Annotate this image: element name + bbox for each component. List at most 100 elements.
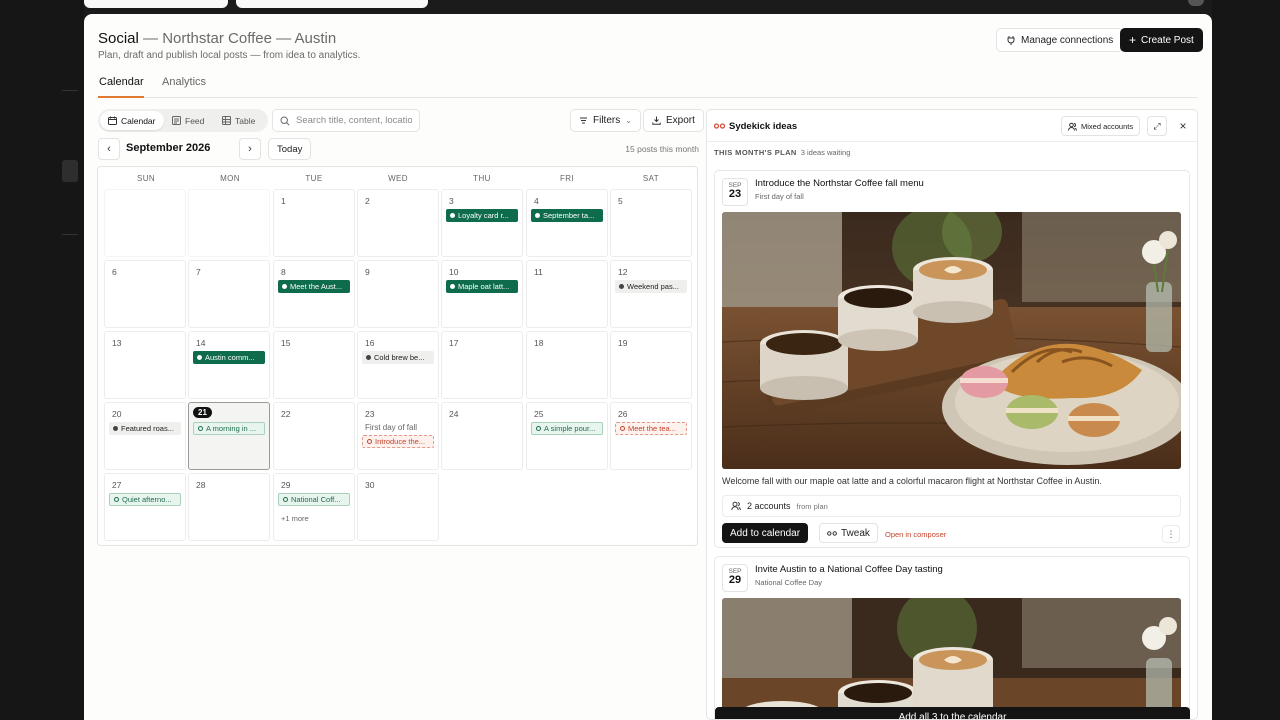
weekday-header: THU xyxy=(473,174,491,183)
calendar-day[interactable]: 20 Featured roas... xyxy=(104,402,186,470)
calendar-day[interactable]: 5 xyxy=(610,189,692,257)
calendar-day[interactable]: 14 Austin comm... xyxy=(188,331,270,399)
close-icon: × xyxy=(1179,119,1187,133)
idea-occasion: First day of fall xyxy=(755,192,804,201)
tab-analytics[interactable]: Analytics xyxy=(162,76,206,88)
calendar-day[interactable]: 23 First day of fall Introduce the... xyxy=(357,402,439,470)
expand-panel-button[interactable]: ⤢ xyxy=(1147,116,1167,136)
draft-chip[interactable]: Quiet afterno... xyxy=(109,493,181,506)
more-posts-link[interactable]: +1 more xyxy=(281,514,309,523)
previous-month-button[interactable]: ‹ xyxy=(98,138,120,160)
calendar-day-today[interactable]: 21 A morning in ... xyxy=(188,402,270,470)
draft-chip[interactable]: A morning in ... xyxy=(193,422,265,435)
calendar-day[interactable]: 29 National Coff... +1 more xyxy=(273,473,355,541)
page-title: Social — Northstar Coffee — Austin xyxy=(98,30,337,47)
plan-section-label: THIS MONTH'S PLAN 3 ideas waiting xyxy=(714,148,851,157)
idea-date: SEP 29 xyxy=(722,564,748,592)
manage-connections-button[interactable]: Manage connections xyxy=(996,28,1124,52)
post-chip[interactable]: Weekend pas... xyxy=(615,280,687,293)
weekday-header: SAT xyxy=(642,174,660,183)
next-month-button[interactable]: › xyxy=(239,138,261,160)
tweak-button[interactable]: Tweak xyxy=(819,523,878,543)
calendar-day-empty xyxy=(104,189,186,257)
draft-chip[interactable]: National Coff... xyxy=(278,493,350,506)
close-panel-button[interactable]: × xyxy=(1173,116,1193,136)
calendar-icon xyxy=(108,116,117,125)
calendar-day[interactable]: 10 Maple oat latt... xyxy=(441,260,523,328)
mixed-accounts-button[interactable]: Mixed accounts xyxy=(1061,116,1141,136)
post-chip[interactable]: September ta... xyxy=(531,209,603,222)
idea-card: SEP 29 Invite Austin to a National Coffe… xyxy=(714,556,1190,719)
sparkle-icon xyxy=(714,123,725,129)
background-divider xyxy=(62,90,78,91)
accounts-selector[interactable]: 2 accounts from plan xyxy=(722,495,1181,517)
browser-tab[interactable] xyxy=(84,0,228,8)
search-input[interactable] xyxy=(296,115,412,126)
view-table-button[interactable]: Table xyxy=(214,111,263,130)
filters-button[interactable]: Filters ⌄ xyxy=(570,109,641,132)
weekday-header: TUE xyxy=(305,174,323,183)
calendar-day[interactable]: 24 xyxy=(441,402,523,470)
post-chip[interactable]: Featured roas... xyxy=(109,422,181,435)
idea-chip[interactable]: Introduce the... xyxy=(362,435,434,448)
avatar[interactable] xyxy=(1188,0,1204,6)
search-icon xyxy=(280,115,290,126)
calendar-day[interactable]: 16 Cold brew be... xyxy=(357,331,439,399)
table-icon xyxy=(222,116,231,125)
post-chip[interactable]: Meet the Aust... xyxy=(278,280,350,293)
month-label: September 2026 xyxy=(126,142,211,154)
plug-icon xyxy=(1007,36,1015,45)
create-post-button[interactable]: + Create Post xyxy=(1120,28,1203,52)
calendar-day[interactable]: 3 Loyalty card r... xyxy=(441,189,523,257)
today-button[interactable]: Today xyxy=(268,138,312,160)
idea-chip[interactable]: Meet the tea... xyxy=(615,422,687,435)
download-icon xyxy=(652,116,661,125)
add-all-to-calendar-button[interactable]: Add all 3 to the calendar xyxy=(715,707,1190,719)
view-calendar-button[interactable]: Calendar xyxy=(100,111,164,130)
calendar-day[interactable]: 25 A simple pour... xyxy=(526,402,608,470)
calendar-day[interactable]: 8 Meet the Aust... xyxy=(273,260,355,328)
tab-calendar[interactable]: Calendar xyxy=(99,76,144,88)
open-in-composer-link[interactable]: Open in composer xyxy=(885,530,946,539)
export-button[interactable]: Export xyxy=(643,109,704,132)
users-icon xyxy=(731,501,741,511)
background-divider xyxy=(62,234,78,235)
post-chip[interactable]: Maple oat latt... xyxy=(446,280,518,293)
post-chip[interactable]: Loyalty card r... xyxy=(446,209,518,222)
calendar-day[interactable]: 22 xyxy=(273,402,355,470)
weekday-header: SUN xyxy=(136,174,156,183)
filter-icon xyxy=(580,117,587,124)
more-options-button[interactable]: ⋮ xyxy=(1162,525,1180,543)
expand-icon: ⤢ xyxy=(1153,120,1161,131)
calendar-day[interactable]: 19 xyxy=(610,331,692,399)
post-chip[interactable]: Austin comm... xyxy=(193,351,265,364)
coffee-macaron-photo xyxy=(722,212,1181,469)
calendar-day[interactable]: 9 xyxy=(357,260,439,328)
calendar-day[interactable]: 17 xyxy=(441,331,523,399)
browser-tab[interactable] xyxy=(236,0,428,8)
calendar-day[interactable]: 12 Weekend pas... xyxy=(610,260,692,328)
calendar-day[interactable]: 30 xyxy=(357,473,439,541)
view-feed-button[interactable]: Feed xyxy=(164,111,212,130)
calendar-day[interactable]: 2 xyxy=(357,189,439,257)
calendar-day[interactable]: 11 xyxy=(526,260,608,328)
ideas-panel-header: Sydekick ideas Mixed accounts ⤢ × xyxy=(707,110,1197,142)
draft-chip[interactable]: A simple pour... xyxy=(531,422,603,435)
calendar-day[interactable]: 6 xyxy=(104,260,186,328)
calendar-day[interactable]: 18 xyxy=(526,331,608,399)
tab-bar: Calendar Analytics xyxy=(98,74,1198,98)
calendar-day[interactable]: 13 xyxy=(104,331,186,399)
add-to-calendar-button[interactable]: Add to calendar xyxy=(722,523,809,543)
calendar-day[interactable]: 7 xyxy=(188,260,270,328)
calendar-day[interactable]: 26 Meet the tea... xyxy=(610,402,692,470)
coffee-tasting-photo xyxy=(722,598,1181,719)
calendar-day[interactable]: 27 Quiet afterno... xyxy=(104,473,186,541)
calendar-day[interactable]: 28 xyxy=(188,473,270,541)
sparkle-icon xyxy=(827,530,837,536)
post-chip[interactable]: Cold brew be... xyxy=(362,351,434,364)
calendar-day[interactable]: 15 xyxy=(273,331,355,399)
background-nav-highlight xyxy=(62,160,78,182)
calendar-day[interactable]: 1 xyxy=(273,189,355,257)
feed-icon xyxy=(172,116,181,125)
calendar-day[interactable]: 4 September ta... xyxy=(526,189,608,257)
